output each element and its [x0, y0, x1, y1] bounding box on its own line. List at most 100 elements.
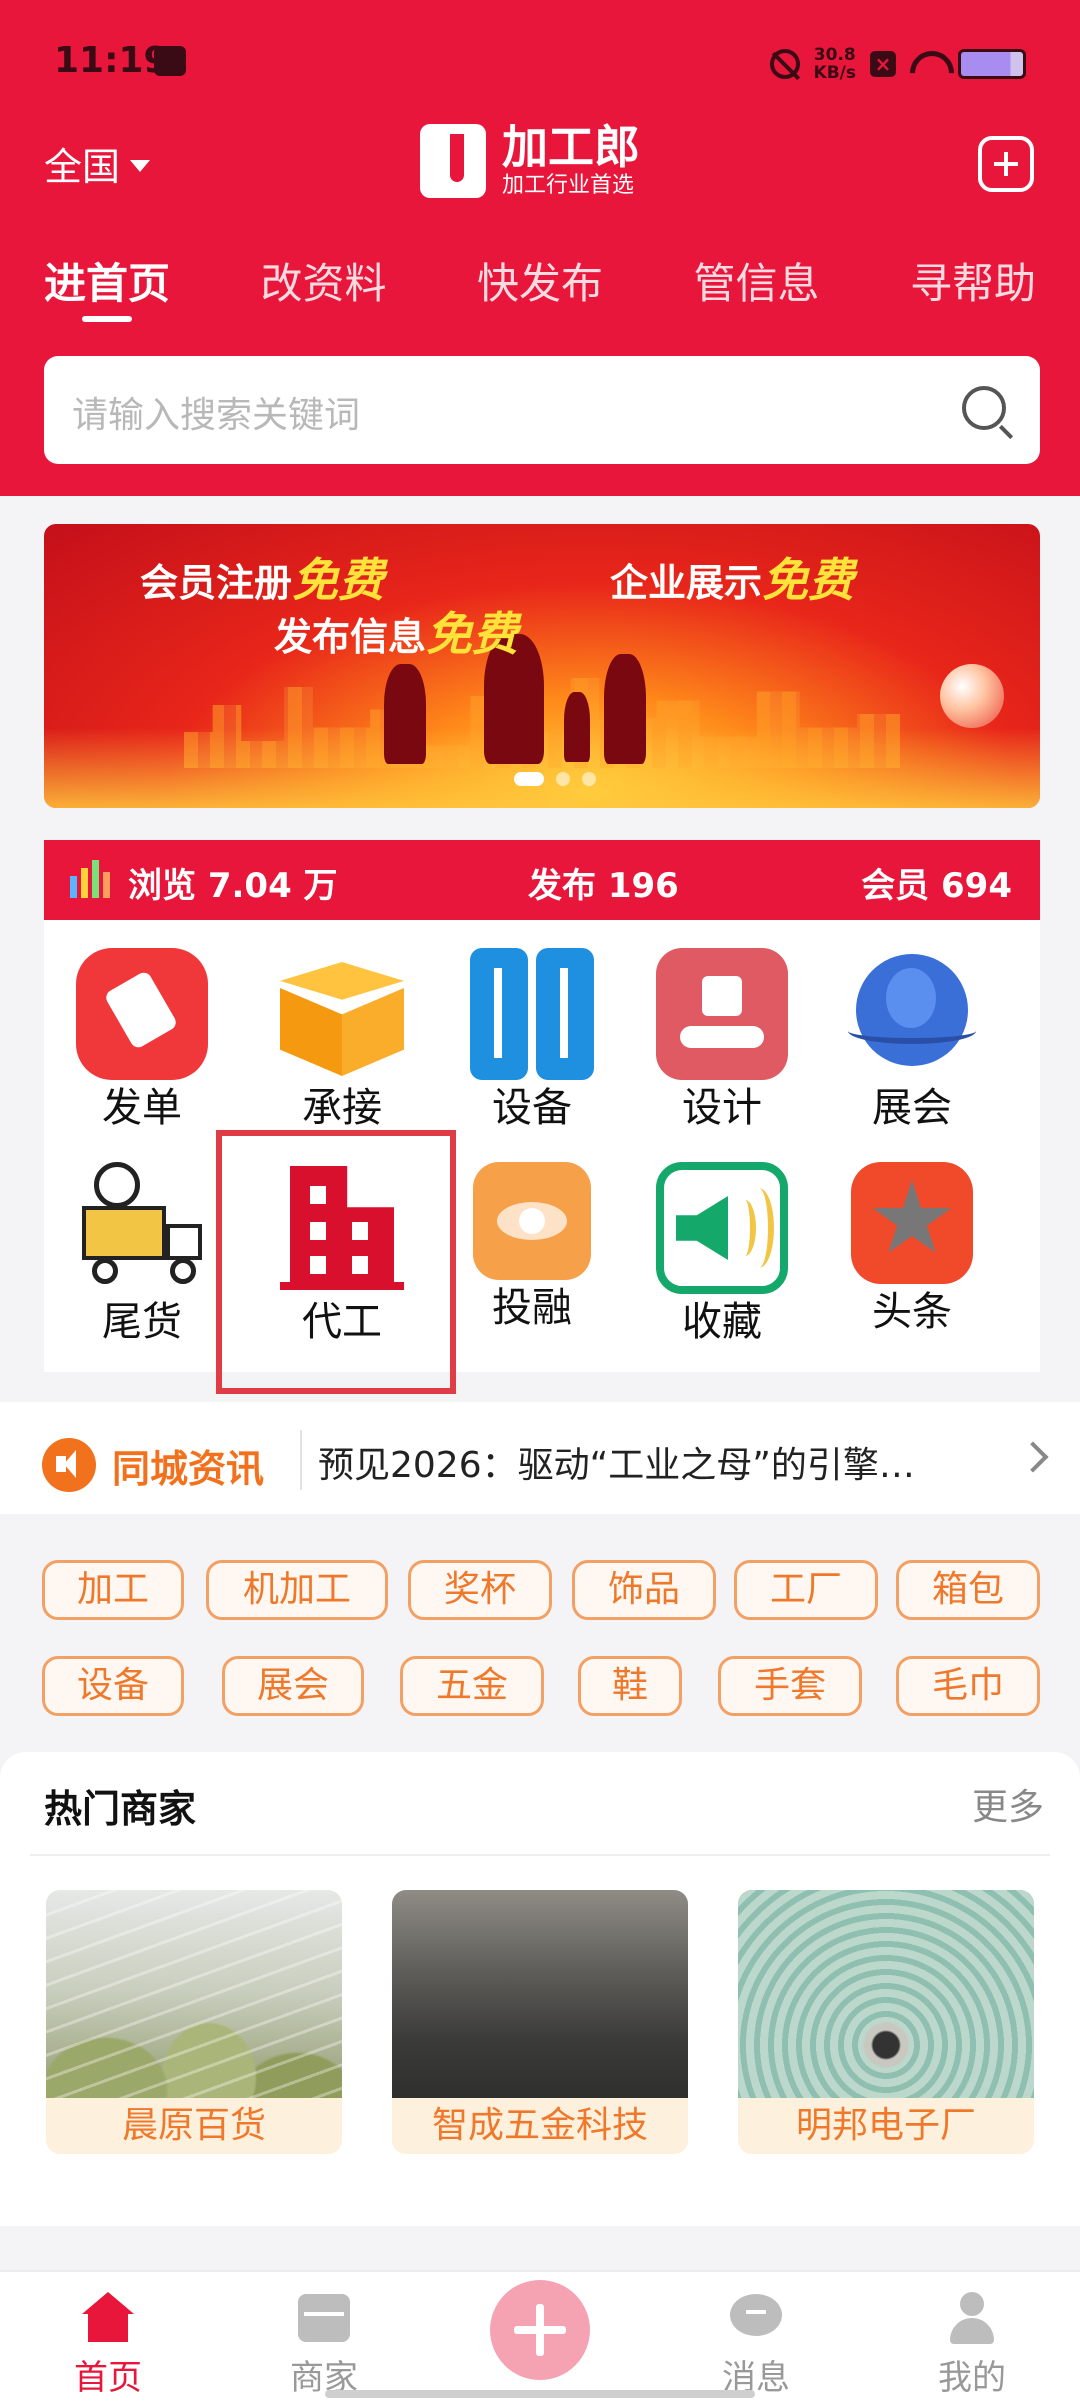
- grid-label: 收藏: [682, 1299, 762, 1345]
- banner-text-2a: 企业展示: [610, 561, 763, 605]
- merchant-name: 明邦电子厂: [738, 2098, 1034, 2154]
- chip[interactable]: 奖杯: [408, 1560, 552, 1620]
- logo-icon: [420, 124, 486, 198]
- stat-views: 浏览 7.04 万: [128, 866, 338, 906]
- user-icon: [946, 2292, 998, 2344]
- app-header: 11:19 30.8 KB/s × 全国 加工郎 加工行业首选 进首页 改资料 …: [0, 0, 1080, 496]
- nav-merchants[interactable]: 商家: [244, 2292, 404, 2399]
- stat-published: 发布 196: [528, 866, 679, 906]
- merchant-card[interactable]: 智成五金科技: [392, 1890, 688, 2154]
- network-speed: 30.8 KB/s: [814, 46, 856, 82]
- carousel-dot[interactable]: [582, 772, 596, 786]
- chip[interactable]: 工厂: [734, 1560, 878, 1620]
- grid-label: 设备: [492, 1085, 572, 1131]
- wifi-icon: [910, 51, 944, 77]
- divider: [300, 1430, 302, 1490]
- more-link[interactable]: 更多: [972, 1778, 1044, 1830]
- news-headline[interactable]: 预见2026：驱动“工业之母”的引擎…: [318, 1436, 978, 1488]
- grid-item-undertake[interactable]: 承接: [252, 948, 432, 1132]
- banner-text-2: 企业展示免费: [610, 544, 854, 610]
- nav-profile[interactable]: 我的: [892, 2292, 1052, 2399]
- chip[interactable]: 鞋: [578, 1656, 682, 1716]
- banner-free-2: 免费: [762, 553, 855, 607]
- highlight-box: [216, 1130, 456, 1394]
- speaker-icon: [656, 1162, 788, 1294]
- carousel-dot[interactable]: [514, 772, 544, 786]
- hand-box-icon: [656, 948, 788, 1080]
- nav-messages[interactable]: 消息: [676, 2292, 836, 2399]
- hot-merchants: 热门商家 更多 晨原百货 智成五金科技 明邦电子厂: [0, 1752, 1080, 2226]
- stat-members: 会员 694: [861, 866, 1012, 906]
- banner-text-3: 发布信息免费: [274, 598, 518, 664]
- grid-item-headlines[interactable]: 头条: [822, 1162, 1002, 1336]
- tag-chips: 加工 机加工 奖杯 饰品 工厂 箱包 设备 展会 五金 鞋 手套 毛巾: [0, 1514, 1080, 1752]
- star-icon: [851, 1162, 973, 1284]
- search-box[interactable]: 请输入搜索关键词: [44, 356, 1040, 464]
- chip[interactable]: 展会: [222, 1656, 364, 1716]
- merchant-name: 智成五金科技: [392, 2098, 688, 2154]
- category-grid: 发单 承接 设备 设计 展会 尾货 代工 投融 收藏 头条: [44, 920, 1040, 1372]
- banner-text-1a: 会员注册: [140, 561, 293, 605]
- tab-home[interactable]: 进首页: [30, 250, 184, 330]
- chat-icon: [730, 2292, 782, 2344]
- bottom-nav: 首页 商家 消息 我的: [0, 2270, 1080, 2408]
- search-placeholder: 请输入搜索关键词: [72, 395, 361, 436]
- tab-manage-info[interactable]: 管信息: [679, 250, 833, 330]
- grid-item-equipment[interactable]: 设备: [442, 948, 622, 1132]
- tab-quick-publish[interactable]: 快发布: [463, 250, 617, 330]
- grid-label: 承接: [302, 1085, 382, 1131]
- eye-icon: [473, 1162, 591, 1280]
- grid-label: 头条: [872, 1289, 952, 1335]
- chip[interactable]: 饰品: [572, 1560, 716, 1620]
- cabinet-icon: [466, 948, 598, 1080]
- grid-item-exhibition[interactable]: 展会: [822, 948, 1002, 1132]
- chevron-right-icon[interactable]: [1017, 1441, 1049, 1473]
- chip[interactable]: 设备: [42, 1656, 184, 1716]
- runner-figure: [384, 664, 426, 764]
- chip[interactable]: 加工: [42, 1560, 184, 1620]
- no-sim-icon: ×: [870, 51, 896, 77]
- nav-home[interactable]: 首页: [28, 2292, 188, 2399]
- banner-ball: [940, 664, 1004, 728]
- chip[interactable]: 手套: [718, 1656, 862, 1716]
- tab-edit-profile[interactable]: 改资料: [246, 250, 400, 330]
- news-ticker[interactable]: 同城资讯 预见2026：驱动“工业之母”的引擎…: [0, 1402, 1080, 1514]
- merchant-card[interactable]: 明邦电子厂: [738, 1890, 1034, 2154]
- network-speed-unit: KB/s: [813, 63, 856, 83]
- add-button[interactable]: [978, 136, 1034, 192]
- grid-item-favorites[interactable]: 收藏: [632, 1162, 812, 1346]
- chip[interactable]: 机加工: [206, 1560, 388, 1620]
- promo-banner[interactable]: 会员注册免费 企业展示免费 发布信息免费: [44, 524, 1040, 808]
- grid-label: 展会: [872, 1085, 952, 1131]
- runner-figure: [564, 692, 590, 762]
- carousel-dot[interactable]: [556, 772, 570, 786]
- tab-help[interactable]: 寻帮助: [896, 250, 1050, 330]
- banner-free-3: 免费: [426, 607, 519, 661]
- grid-item-financing[interactable]: 投融: [442, 1162, 622, 1332]
- news-tag: 同城资讯: [112, 1447, 265, 1491]
- store-icon: [298, 2292, 350, 2344]
- chip[interactable]: 毛巾: [896, 1656, 1040, 1716]
- grid-label: 发单: [102, 1085, 182, 1131]
- merchant-card[interactable]: 晨原百货: [46, 1890, 342, 2154]
- pencil-icon: [76, 948, 208, 1080]
- home-icon: [82, 2292, 134, 2344]
- publish-button[interactable]: [490, 2280, 590, 2380]
- caret-down-icon: [130, 159, 151, 172]
- grid-item-design[interactable]: 设计: [632, 948, 812, 1132]
- logo-subtitle: 加工行业首选: [502, 173, 635, 198]
- nav-label: 首页: [74, 2358, 142, 2398]
- mute-icon: [769, 49, 800, 79]
- status-time: 11:19: [54, 40, 169, 81]
- battery-icon: [958, 49, 1026, 79]
- merchant-name: 晨原百货: [46, 2098, 342, 2154]
- truck-icon: [76, 1162, 208, 1294]
- status-indicators: 30.8 KB/s ×: [769, 40, 1026, 88]
- grid-item-order[interactable]: 发单: [52, 948, 232, 1132]
- section-title: 热门商家: [44, 1787, 197, 1831]
- chip[interactable]: 五金: [400, 1656, 544, 1716]
- search-icon[interactable]: [962, 386, 1006, 430]
- grid-item-stock[interactable]: 尾货: [52, 1162, 232, 1346]
- chip[interactable]: 箱包: [896, 1560, 1040, 1620]
- region-selector[interactable]: 全国: [44, 136, 151, 191]
